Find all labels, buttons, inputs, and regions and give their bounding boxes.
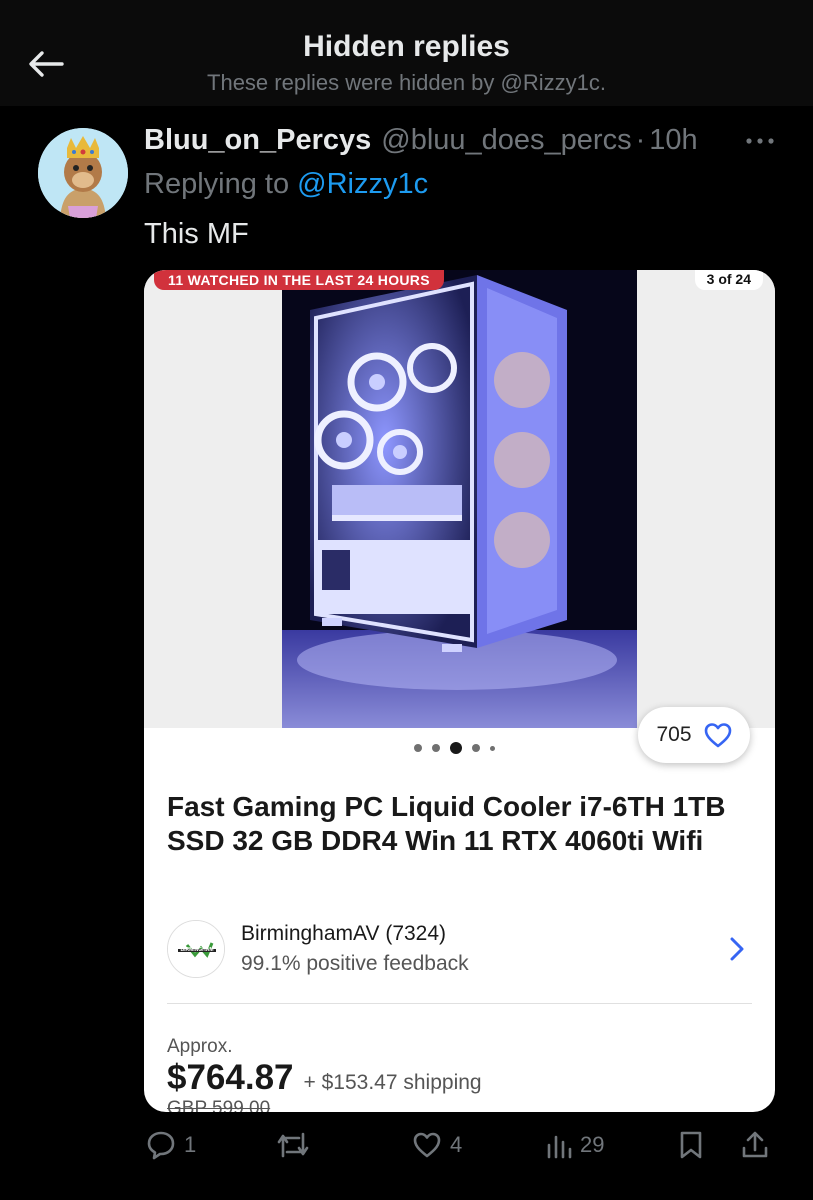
watchlist-button[interactable]: 705 — [638, 707, 750, 763]
page-subtitle: These replies were hidden by @Rizzy1c. — [207, 70, 606, 95]
image-counter-badge: 3 of 24 — [694, 270, 763, 290]
replying-to-line: Replying to @Rizzy1c — [144, 168, 428, 201]
tweet-media[interactable]: 11 WATCHED IN THE LAST 24 HOURS 3 of 24 … — [144, 270, 775, 1112]
original-price: GBP 599.00 — [167, 1098, 271, 1112]
tweet-action-bar: 1 4 29 — [0, 1122, 813, 1168]
share-button[interactable] — [740, 1122, 770, 1168]
seller-logo: BIRMINGHAM — [167, 920, 225, 978]
seller-logo-text: BIRMINGHAM — [180, 947, 213, 953]
separator-dot: · — [635, 124, 646, 156]
seller-feedback: 99.1% positive feedback — [241, 952, 469, 975]
repost-icon — [277, 1132, 309, 1158]
shipping-cost: + $153.47 shipping — [303, 1071, 482, 1094]
analytics-icon — [547, 1135, 572, 1159]
pagination-dot — [472, 744, 480, 752]
listing-title: Fast Gaming PC Liquid Cooler i7-6TH 1TB … — [167, 791, 726, 856]
page-title: Hidden replies — [303, 30, 510, 63]
bookmark-icon — [680, 1131, 702, 1159]
image-pagination-dots — [414, 742, 495, 754]
replying-to-link[interactable]: @Rizzy1c — [297, 168, 428, 200]
pagination-dot — [414, 744, 422, 752]
avatar-image — [38, 128, 128, 218]
display-name[interactable]: Bluu_on_Percys — [144, 124, 371, 157]
user-handle[interactable]: @bluu_does_percs — [381, 124, 631, 157]
reply-count: 1 — [184, 1132, 197, 1157]
watch-count: 705 — [656, 723, 692, 746]
like-button[interactable]: 4 — [412, 1122, 462, 1168]
chevron-right-icon — [730, 937, 744, 961]
bookmark-button[interactable] — [678, 1122, 704, 1168]
approx-label: Approx. — [167, 1036, 233, 1057]
reply-icon — [147, 1131, 175, 1160]
pc-photo — [282, 270, 637, 728]
heart-icon — [704, 723, 731, 748]
more-icon — [746, 138, 774, 144]
repost-button[interactable] — [275, 1122, 319, 1168]
seller-chevron-button[interactable] — [722, 932, 752, 966]
pagination-dot — [432, 744, 440, 752]
price-row: $764.87 + $153.47 shipping — [167, 1058, 482, 1098]
listing-price: $764.87 — [167, 1058, 294, 1097]
gaming-pc-image — [282, 270, 637, 728]
avatar[interactable] — [38, 128, 128, 218]
like-count: 4 — [450, 1132, 463, 1157]
heart-icon — [413, 1132, 441, 1158]
reply-button[interactable]: 1 — [146, 1122, 196, 1168]
tweet-timestamp[interactable]: 10h — [649, 124, 697, 157]
share-icon — [742, 1131, 768, 1158]
seller-name: BirminghamAV (7324) — [241, 922, 447, 945]
top-bar: Hidden replies These replies were hidden… — [0, 0, 813, 106]
tweet-text: This MF — [144, 218, 249, 250]
divider — [167, 1003, 752, 1004]
pagination-dot-active — [450, 742, 462, 754]
views-count: 29 — [580, 1132, 605, 1157]
more-options-button[interactable] — [738, 128, 782, 154]
seller-logo-image: BIRMINGHAM — [168, 921, 224, 977]
seller-row[interactable]: BIRMINGHAM BirminghamAV (7324) 99.1% pos… — [167, 918, 752, 984]
pagination-dot — [490, 745, 495, 751]
tweet-header: Bluu_on_Percys @bluu_does_percs · 10h — [144, 124, 698, 164]
views-button[interactable]: 29 — [546, 1122, 604, 1168]
watch-count-badge: 11 WATCHED IN THE LAST 24 HOURS — [154, 270, 444, 290]
replying-to-label: Replying to — [144, 168, 290, 200]
